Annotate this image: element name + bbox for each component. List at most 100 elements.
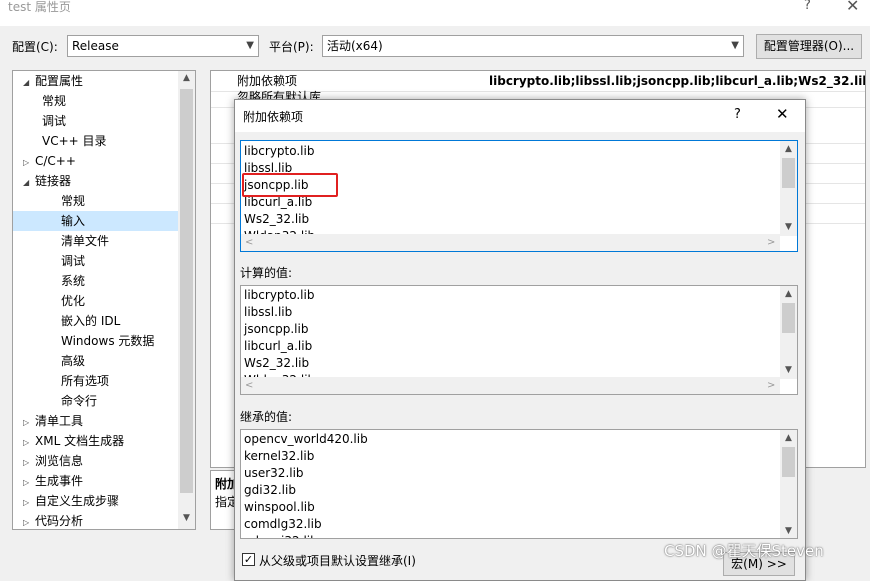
window-title: test 属性页: [8, 0, 71, 14]
config-manager-button[interactable]: 配置管理器(O)...: [756, 34, 862, 59]
tree-item-label: XML 文档生成器: [35, 434, 125, 448]
scroll-up-icon[interactable]: ▲: [178, 73, 195, 83]
expand-arrow-icon[interactable]: ▷: [23, 433, 35, 453]
tree-item-label: 优化: [61, 294, 86, 308]
scroll-up-icon[interactable]: ▲: [780, 141, 797, 158]
tree-item[interactable]: 输入: [13, 211, 178, 231]
config-label: 配置(C):: [12, 40, 58, 54]
list-item: gdi32.lib: [244, 483, 296, 497]
tree-item[interactable]: ▷ 自定义生成步骤: [13, 491, 178, 511]
highlight-box: [242, 173, 338, 197]
config-combo[interactable]: Release ▼: [67, 35, 259, 57]
expand-arrow-icon[interactable]: ◢: [23, 173, 35, 193]
close-icon[interactable]: ✕: [846, 0, 859, 15]
list-item: comdlg32.lib: [244, 517, 322, 531]
tree-item-label: 常规: [42, 94, 67, 108]
tree-item[interactable]: ◢ 链接器: [13, 171, 178, 191]
tree-item[interactable]: ▷ 生成事件: [13, 471, 178, 491]
tree-item-label: 高级: [61, 354, 86, 368]
tree-item[interactable]: ▷ XML 文档生成器: [13, 431, 178, 451]
expand-arrow-icon[interactable]: ▷: [23, 153, 35, 173]
list-item: kernel32.lib: [244, 449, 315, 463]
tree-item[interactable]: 嵌入的 IDL: [13, 311, 178, 331]
inherit-checkbox[interactable]: ✓: [242, 553, 255, 566]
tree-item[interactable]: 常规: [13, 191, 178, 211]
tree-item[interactable]: ▷ C/C++: [13, 151, 178, 171]
tree-item[interactable]: ▷ 代码分析: [13, 511, 178, 529]
tree-item-label: 输入: [61, 214, 86, 228]
list-item: Ws2_32.lib: [244, 212, 310, 226]
tree-item[interactable]: ◢ 配置属性: [13, 71, 178, 91]
additional-deps-dialog: 附加依赖项 ? ✕ libcrypto.lib libssl.lib jsoncpp…: [234, 99, 806, 581]
scroll-left-icon[interactable]: <: [245, 377, 253, 394]
list-item: libcrypto.lib: [244, 288, 315, 302]
list-item: Ws2_32.lib: [244, 356, 310, 370]
tree-item-label: 调试: [42, 114, 67, 128]
scroll-down-icon[interactable]: ▼: [780, 523, 797, 538]
expand-arrow-icon[interactable]: ◢: [23, 73, 35, 93]
tree-item[interactable]: 调试: [13, 111, 178, 131]
computed-vscrollbar[interactable]: ▲ ▼: [780, 286, 797, 379]
tree-item-label: Windows 元数据: [61, 334, 155, 348]
list-item: libcrypto.lib: [244, 144, 315, 158]
tree-item-label: 命令行: [61, 394, 98, 408]
edit-vscrollbar[interactable]: ▲ ▼: [780, 141, 797, 236]
scroll-thumb[interactable]: [180, 89, 193, 493]
platform-combo[interactable]: 活动(x64) ▼: [322, 35, 744, 57]
tree-item-label: 自定义生成步骤: [35, 494, 120, 508]
tree-item-label: 常规: [61, 194, 86, 208]
close-icon[interactable]: ✕: [776, 105, 789, 123]
list-item: advapi32.lib: [244, 533, 318, 538]
scroll-thumb[interactable]: [782, 158, 795, 188]
help-icon[interactable]: ?: [734, 107, 741, 122]
list-item: libcurl_a.lib: [244, 339, 313, 353]
tree-item[interactable]: 调试: [13, 251, 178, 271]
tree-scrollbar[interactable]: ▲ ▼: [178, 71, 195, 529]
tree-item-label: 调试: [61, 254, 86, 268]
expand-arrow-icon[interactable]: ▷: [23, 413, 35, 433]
tree-item[interactable]: 系统: [13, 271, 178, 291]
property-tree[interactable]: ◢ 配置属性 常规 调试 VC++ 目录 ▷ C/C++ ◢ 链接器 常规 输入 清单文件 调试 系统 优化…: [12, 70, 196, 530]
inherited-vscrollbar[interactable]: ▲ ▼: [780, 430, 797, 538]
tree-item[interactable]: 清单文件: [13, 231, 178, 251]
tree-item[interactable]: 命令行: [13, 391, 178, 411]
dialog-title: 附加依赖项: [243, 110, 304, 124]
scroll-up-icon[interactable]: ▲: [780, 430, 797, 447]
scroll-down-icon[interactable]: ▼: [780, 362, 797, 379]
tree-item-label: 配置属性: [35, 74, 84, 88]
tree-item[interactable]: Windows 元数据: [13, 331, 178, 351]
tree-item[interactable]: 优化: [13, 291, 178, 311]
tree-item[interactable]: VC++ 目录: [13, 131, 178, 151]
help-icon[interactable]: ?: [804, 0, 811, 13]
chevron-down-icon: ▼: [731, 40, 739, 51]
scroll-right-icon[interactable]: >: [767, 234, 775, 251]
scroll-down-icon[interactable]: ▼: [780, 219, 797, 236]
scroll-thumb[interactable]: [782, 303, 795, 333]
tree-item[interactable]: ▷ 清单工具: [13, 411, 178, 431]
edit-hscrollbar[interactable]: < >: [241, 234, 780, 251]
tree-item[interactable]: 所有选项: [13, 371, 178, 391]
scroll-thumb[interactable]: [782, 447, 795, 477]
expand-arrow-icon[interactable]: ▷: [23, 493, 35, 513]
expand-arrow-icon[interactable]: ▷: [23, 453, 35, 473]
computed-hscrollbar[interactable]: < >: [241, 377, 780, 394]
tree-item-label: 所有选项: [61, 374, 110, 388]
scroll-right-icon[interactable]: >: [767, 377, 775, 394]
tree-item[interactable]: 常规: [13, 91, 178, 111]
tree-item-label: 浏览信息: [35, 454, 84, 468]
tree-item-label: C/C++: [35, 154, 76, 168]
tree-item[interactable]: 高级: [13, 351, 178, 371]
computed-listbox: libcrypto.lib libssl.lib jsoncpp.lib libcur…: [240, 285, 798, 395]
scroll-up-icon[interactable]: ▲: [780, 286, 797, 303]
scroll-down-icon[interactable]: ▼: [178, 513, 195, 523]
computed-label: 计算的值:: [240, 266, 293, 280]
platform-label: 平台(P):: [269, 40, 314, 54]
list-item: opencv_world420.lib: [244, 432, 368, 446]
scroll-left-icon[interactable]: <: [245, 234, 253, 251]
inherit-checkbox-label: 从父级或项目默认设置继承(I): [259, 554, 416, 568]
list-item: user32.lib: [244, 466, 304, 480]
tree-item[interactable]: ▷ 浏览信息: [13, 451, 178, 471]
inherited-listbox: opencv_world420.lib kernel32.lib user32.li…: [240, 429, 798, 539]
expand-arrow-icon[interactable]: ▷: [23, 473, 35, 493]
expand-arrow-icon[interactable]: ▷: [23, 513, 35, 529]
